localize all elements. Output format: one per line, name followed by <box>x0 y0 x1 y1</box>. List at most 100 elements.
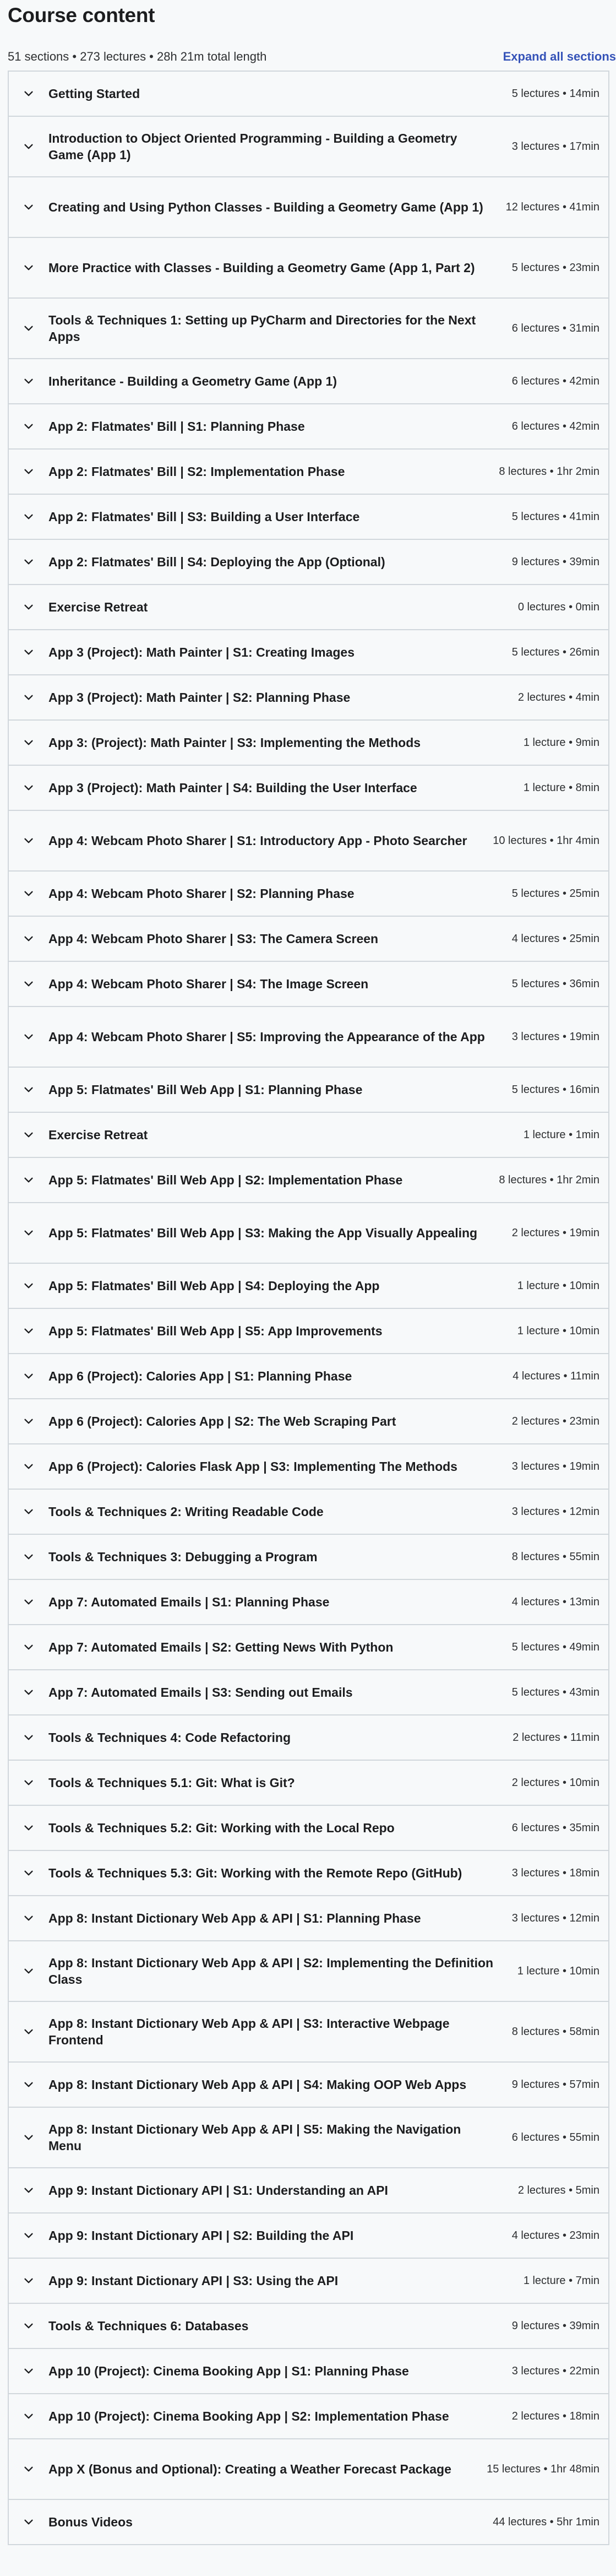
section-title: App 8: Instant Dictionary Web App & API … <box>48 1956 494 1987</box>
section-row[interactable]: App X (Bonus and Optional): Creating a W… <box>9 2439 608 2500</box>
chevron-down-icon <box>9 511 48 523</box>
section-row[interactable]: More Practice with Classes - Building a … <box>9 238 608 299</box>
section-row[interactable]: App 3 (Project): Math Painter | S1: Crea… <box>9 630 608 675</box>
section-row[interactable]: Tools & Techniques 5.1: Git: What is Git… <box>9 1761 608 1806</box>
section-row[interactable]: Exercise Retreat 1 lecture • 1min <box>9 1113 608 1158</box>
section-meta: 5 lectures • 25min <box>511 887 599 900</box>
section-row[interactable]: App 9: Instant Dictionary API | S3: Usin… <box>9 2259 608 2304</box>
section-title: App 2: Flatmates' Bill | S1: Planning Ph… <box>48 419 305 434</box>
section-meta: 5 lectures • 26min <box>511 646 599 658</box>
section-row[interactable]: Tools & Techniques 5.3: Git: Working wit… <box>9 1851 608 1896</box>
section-row[interactable]: App 10 (Project): Cinema Booking App | S… <box>9 2394 608 2439</box>
section-row[interactable]: App 4: Webcam Photo Sharer | S5: Improvi… <box>9 1007 608 1068</box>
section-row[interactable]: App 4: Webcam Photo Sharer | S1: Introdu… <box>9 811 608 872</box>
section-title: App 8: Instant Dictionary Web App & API … <box>48 2122 461 2153</box>
section-row[interactable]: Getting Started 5 lectures • 14min <box>9 72 608 117</box>
section-meta: 3 lectures • 12min <box>511 1505 599 1518</box>
section-row[interactable]: App 10 (Project): Cinema Booking App | S… <box>9 2349 608 2394</box>
section-row[interactable]: App 8: Instant Dictionary Web App & API … <box>9 2108 608 2168</box>
section-meta: 4 lectures • 11min <box>513 1370 599 1382</box>
section-meta: 4 lectures • 13min <box>511 1595 599 1608</box>
section-title: Getting Started <box>48 86 140 101</box>
section-row[interactable]: Tools & Techniques 3: Debugging a Progra… <box>9 1535 608 1580</box>
section-title: App 9: Instant Dictionary API | S2: Buil… <box>48 2228 354 2243</box>
section-row[interactable]: App 6 (Project): Calories Flask App | S3… <box>9 1444 608 1490</box>
section-row[interactable]: App 2: Flatmates' Bill | S2: Implementat… <box>9 450 608 495</box>
chevron-down-icon <box>9 2026 48 2038</box>
section-row[interactable]: App 5: Flatmates' Bill Web App | S1: Pla… <box>9 1068 608 1113</box>
section-row[interactable]: App 8: Instant Dictionary Web App & API … <box>9 1896 608 1941</box>
section-row[interactable]: Creating and Using Python Classes - Buil… <box>9 177 608 238</box>
section-meta: 8 lectures • 58min <box>511 2025 599 2038</box>
chevron-down-icon <box>9 887 48 900</box>
chevron-down-icon <box>9 2131 48 2144</box>
section-row[interactable]: App 5: Flatmates' Bill Web App | S3: Mak… <box>9 1203 608 1264</box>
section-row[interactable]: App 9: Instant Dictionary API | S2: Buil… <box>9 2214 608 2259</box>
chevron-down-icon <box>9 1641 48 1653</box>
section-row[interactable]: App 5: Flatmates' Bill Web App | S2: Imp… <box>9 1158 608 1203</box>
section-title: App 2: Flatmates' Bill | S2: Implementat… <box>48 464 345 479</box>
section-title: App 2: Flatmates' Bill | S4: Deploying t… <box>48 555 385 569</box>
section-title: App 7: Automated Emails | S1: Planning P… <box>48 1595 330 1609</box>
section-row[interactable]: Introduction to Object Oriented Programm… <box>9 117 608 177</box>
chevron-down-icon <box>9 1370 48 1382</box>
chevron-down-icon <box>9 2516 48 2528</box>
section-row[interactable]: App 5: Flatmates' Bill Web App | S4: Dep… <box>9 1264 608 1309</box>
section-row[interactable]: App 5: Flatmates' Bill Web App | S5: App… <box>9 1309 608 1354</box>
section-meta: 1 lecture • 10min <box>517 1324 599 1337</box>
section-row[interactable]: Tools & Techniques 5.2: Git: Working wit… <box>9 1806 608 1851</box>
section-meta: 8 lectures • 1hr 2min <box>499 1173 599 1186</box>
section-title: App 5: Flatmates' Bill Web App | S3: Mak… <box>48 1226 478 1240</box>
chevron-down-icon <box>9 2365 48 2377</box>
chevron-down-icon <box>9 1506 48 1518</box>
section-row[interactable]: App 2: Flatmates' Bill | S1: Planning Ph… <box>9 404 608 450</box>
section-title: App 2: Flatmates' Bill | S3: Building a … <box>48 510 360 524</box>
section-row[interactable]: App 8: Instant Dictionary Web App & API … <box>9 2002 608 2063</box>
section-meta: 9 lectures • 39min <box>511 2319 599 2332</box>
section-row[interactable]: Inheritance - Building a Geometry Game (… <box>9 359 608 404</box>
section-row[interactable]: App 2: Flatmates' Bill | S4: Deploying t… <box>9 540 608 585</box>
section-title: App 6 (Project): Calories App | S2: The … <box>48 1414 396 1428</box>
chevron-down-icon <box>9 1174 48 1186</box>
section-row[interactable]: App 9: Instant Dictionary API | S1: Unde… <box>9 2168 608 2214</box>
section-row[interactable]: App 7: Automated Emails | S3: Sending ou… <box>9 1670 608 1715</box>
section-title: Tools & Techniques 5.2: Git: Working wit… <box>48 1821 395 1835</box>
section-row[interactable]: App 3 (Project): Math Painter | S4: Buil… <box>9 766 608 811</box>
section-row[interactable]: App 2: Flatmates' Bill | S3: Building a … <box>9 495 608 540</box>
chevron-down-icon <box>9 420 48 432</box>
section-meta: 9 lectures • 57min <box>511 2078 599 2091</box>
section-title: Exercise Retreat <box>48 600 148 614</box>
section-row[interactable]: App 6 (Project): Calories App | S2: The … <box>9 1399 608 1444</box>
chevron-down-icon <box>9 556 48 568</box>
section-row[interactable]: Tools & Techniques 2: Writing Readable C… <box>9 1490 608 1535</box>
section-title: Tools & Techniques 3: Debugging a Progra… <box>48 1550 318 1564</box>
section-meta: 6 lectures • 42min <box>511 375 599 387</box>
section-row[interactable]: Bonus Videos 44 lectures • 5hr 1min <box>9 2500 608 2545</box>
section-row[interactable]: Exercise Retreat 0 lectures • 0min <box>9 585 608 630</box>
chevron-down-icon <box>9 2410 48 2422</box>
section-title: App 9: Instant Dictionary API | S3: Usin… <box>48 2274 339 2288</box>
section-row[interactable]: App 7: Automated Emails | S1: Planning P… <box>9 1580 608 1625</box>
section-title: App 8: Instant Dictionary Web App & API … <box>48 2077 467 2092</box>
chevron-down-icon <box>9 2463 48 2475</box>
section-row[interactable]: App 7: Automated Emails | S2: Getting Ne… <box>9 1625 608 1670</box>
expand-all-sections-button[interactable]: Expand all sections <box>503 50 616 64</box>
section-row[interactable]: App 4: Webcam Photo Sharer | S3: The Cam… <box>9 917 608 962</box>
section-meta: 5 lectures • 49min <box>511 1641 599 1653</box>
section-row[interactable]: Tools & Techniques 1: Setting up PyCharm… <box>9 299 608 359</box>
chevron-down-icon <box>9 1129 48 1141</box>
chevron-down-icon <box>9 782 48 794</box>
section-row[interactable]: App 3: (Project): Math Painter | S3: Imp… <box>9 721 608 766</box>
section-row[interactable]: App 8: Instant Dictionary Web App & API … <box>9 1941 608 2002</box>
section-title: Tools & Techniques 2: Writing Readable C… <box>48 1505 324 1519</box>
section-row[interactable]: Tools & Techniques 4: Code Refactoring 2 … <box>9 1715 608 1761</box>
section-title: Bonus Videos <box>48 2515 133 2529</box>
section-row[interactable]: Tools & Techniques 6: Databases 9 lecture… <box>9 2304 608 2349</box>
section-row[interactable]: App 6 (Project): Calories App | S1: Plan… <box>9 1354 608 1399</box>
section-meta: 8 lectures • 55min <box>511 1550 599 1563</box>
section-row[interactable]: App 4: Webcam Photo Sharer | S4: The Ima… <box>9 962 608 1007</box>
chevron-down-icon <box>9 1731 48 1744</box>
section-row[interactable]: App 4: Webcam Photo Sharer | S2: Plannin… <box>9 872 608 917</box>
section-row[interactable]: App 8: Instant Dictionary Web App & API … <box>9 2063 608 2108</box>
section-row[interactable]: App 3 (Project): Math Painter | S2: Plan… <box>9 675 608 721</box>
